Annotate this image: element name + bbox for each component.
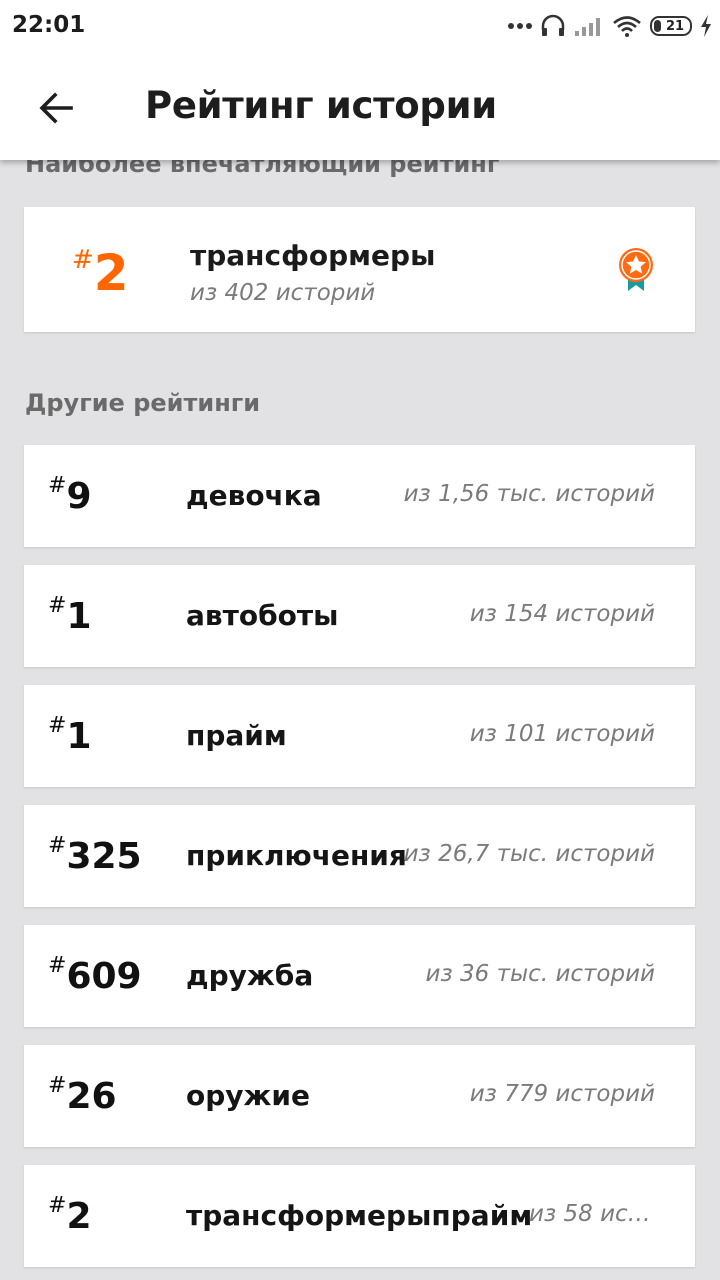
- ranking-row[interactable]: # 26 оружие из 779 историй: [24, 1045, 695, 1147]
- rank-number: 1: [66, 596, 92, 637]
- tag-name: девочка: [186, 479, 322, 512]
- rank-hash: #: [72, 245, 94, 275]
- ranking-row[interactable]: # 2 трансформерыпрайм из 58 ист...: [24, 1165, 695, 1267]
- medal-icon: [619, 248, 653, 291]
- wifi-icon: [613, 16, 641, 37]
- rank-hash: #: [48, 1193, 67, 1218]
- rank-number: 609: [66, 956, 142, 997]
- rank-number: 1: [66, 716, 92, 757]
- story-count: из 1,56 тыс. историй: [403, 481, 655, 507]
- status-time: 22:01: [12, 12, 86, 38]
- ranking-row[interactable]: # 9 девочка из 1,56 тыс. историй: [24, 445, 695, 547]
- ranking-row[interactable]: # 325 приключения из 26,7 тыс. историй: [24, 805, 695, 907]
- rank-hash: #: [48, 713, 67, 738]
- charging-icon: [701, 15, 711, 37]
- story-count: из 36 тыс. историй: [425, 961, 655, 987]
- rank-hash: #: [48, 593, 67, 618]
- rank-number: 2: [66, 1196, 92, 1237]
- rank-number: 325: [66, 836, 142, 877]
- featured-story-count: из 402 историй: [190, 280, 376, 306]
- story-count: из 26,7 тыс. историй: [403, 841, 655, 867]
- back-button[interactable]: [22, 76, 90, 140]
- rank: # 2: [48, 1193, 92, 1237]
- status-bar: 22:01 21: [0, 0, 720, 52]
- status-icons: 21: [508, 12, 712, 40]
- ranking-row[interactable]: # 1 автоботы из 154 историй: [24, 565, 695, 667]
- rank: # 609: [48, 953, 142, 997]
- headphones-icon: [541, 14, 565, 36]
- rank-hash: #: [48, 833, 67, 858]
- rank-hash: #: [48, 953, 67, 978]
- other-rankings-title: Другие рейтинги: [25, 389, 261, 417]
- ranking-row[interactable]: # 1 прайм из 101 историй: [24, 685, 695, 787]
- story-count: из 101 историй: [469, 721, 655, 747]
- rank: # 26: [48, 1073, 117, 1117]
- tag-name: автоботы: [186, 599, 339, 632]
- tag-name: оружие: [186, 1079, 311, 1112]
- arrow-left-icon: [39, 92, 73, 124]
- tag-name: приключения: [186, 839, 407, 872]
- battery-icon: 21: [650, 16, 692, 36]
- ranking-row[interactable]: # 609 дружба из 36 тыс. историй: [24, 925, 695, 1027]
- tag-name: трансформерыпрайм: [186, 1199, 533, 1232]
- story-count: из 779 историй: [469, 1081, 655, 1107]
- rank: # 1: [48, 713, 92, 757]
- featured-rank: # 2: [72, 245, 129, 301]
- rank: # 9: [48, 473, 92, 517]
- more-notifications-icon: [508, 23, 532, 29]
- story-count: из 154 историй: [469, 601, 655, 627]
- page-title: Рейтинг истории: [145, 84, 497, 127]
- signal-icon: [575, 18, 600, 36]
- rank-number: 9: [66, 476, 92, 517]
- app-bar: Рейтинг истории: [0, 52, 720, 160]
- rank-hash: #: [48, 1073, 67, 1098]
- tag-name: дружба: [186, 959, 314, 992]
- rank-number: 26: [66, 1076, 117, 1117]
- rank: # 1: [48, 593, 92, 637]
- rank: # 325: [48, 833, 142, 877]
- rank-hash: #: [48, 473, 67, 498]
- tag-name: прайм: [186, 719, 287, 752]
- featured-ranking-card[interactable]: # 2 трансформеры из 402 историй: [24, 207, 695, 332]
- featured-tag-name: трансформеры: [190, 239, 436, 272]
- battery-level: 21: [665, 18, 685, 34]
- story-count: из 58 ист...: [529, 1201, 655, 1227]
- rank-number: 2: [93, 244, 129, 302]
